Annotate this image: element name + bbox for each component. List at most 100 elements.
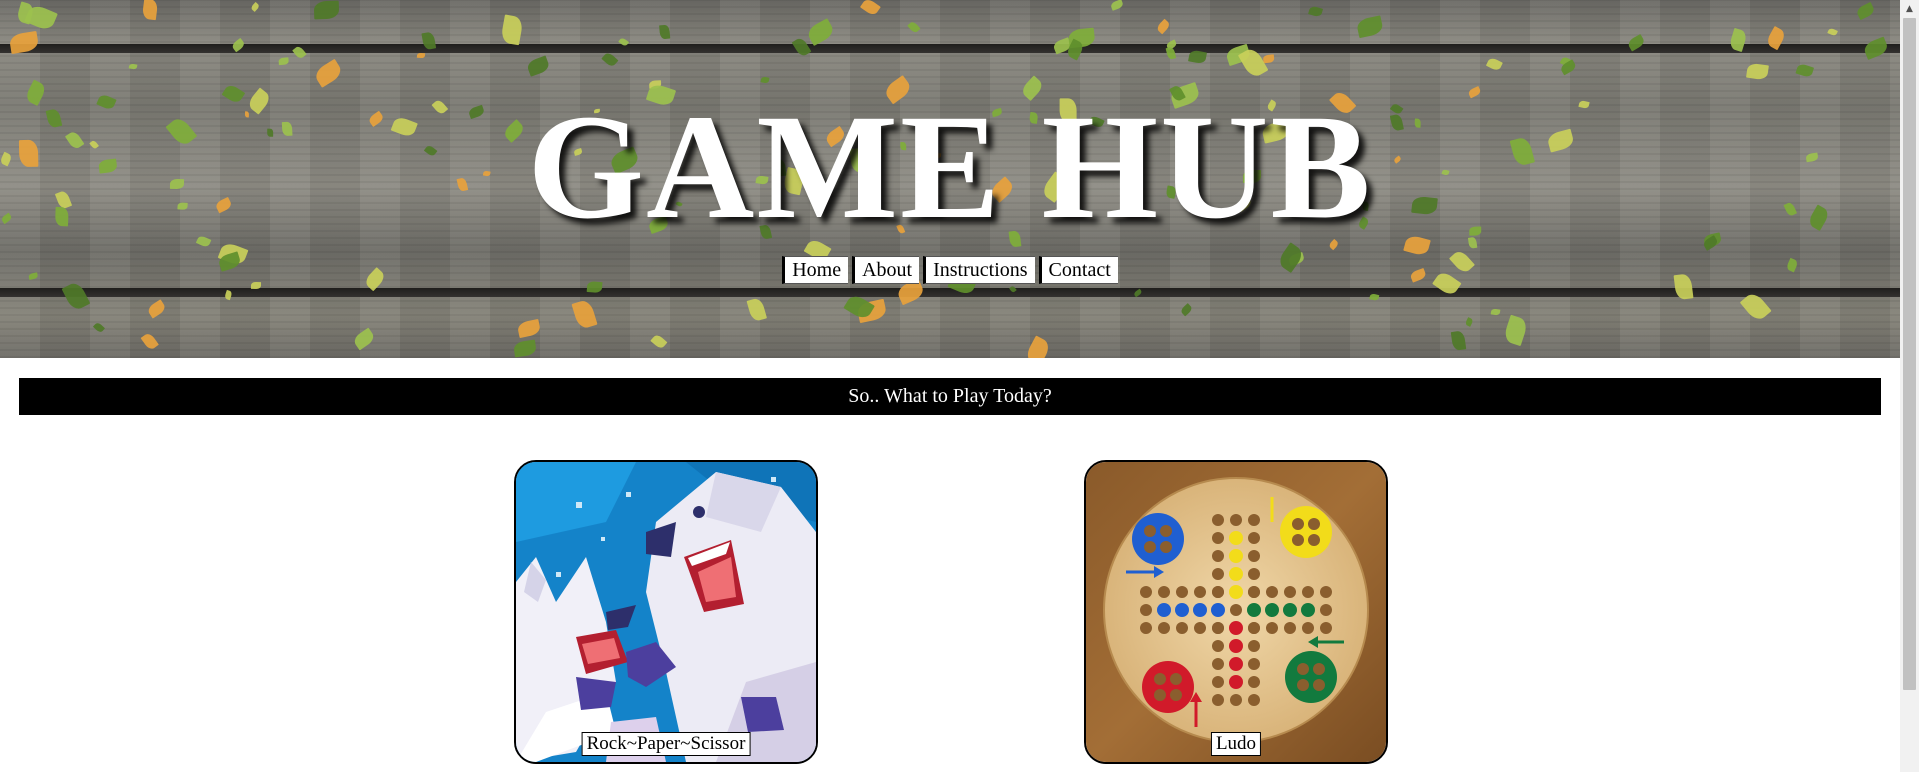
ludo-board-icon: [1086, 462, 1386, 762]
hero-header: GAME HUB Home About Instructions Contact: [0, 0, 1900, 358]
leaf-icon: [791, 36, 812, 59]
leaf-icon: [760, 76, 770, 84]
green-peg: [1301, 603, 1315, 617]
leaf-icon: [1485, 56, 1503, 72]
site-title: GAME HUB: [527, 84, 1373, 250]
board-hole: [1212, 622, 1224, 634]
board-hole: [1212, 658, 1224, 670]
leaf-icon: [140, 331, 159, 351]
base-hole: [1297, 679, 1309, 691]
board-hole: [1248, 640, 1260, 652]
blue-peg: [1211, 603, 1225, 617]
game-card-ludo[interactable]: Ludo: [1084, 460, 1388, 764]
plank-gap: [0, 288, 1900, 297]
polar-bear-wolf-illustration: [516, 462, 816, 762]
board-hole: [1140, 586, 1152, 598]
board-hole: [1212, 550, 1224, 562]
base-hole: [1297, 663, 1309, 675]
leaf-icon: [1023, 334, 1052, 358]
red-peg: [1229, 621, 1243, 635]
board-hole: [1320, 586, 1332, 598]
leaf-icon: [145, 299, 167, 319]
red-peg: [1229, 639, 1243, 653]
board-hole: [1266, 622, 1278, 634]
leaf-icon: [513, 339, 538, 358]
board-hole: [1212, 568, 1224, 580]
board-hole: [1212, 694, 1224, 706]
plank-gap: [0, 44, 1900, 53]
main-nav: Home About Instructions Contact: [0, 256, 1900, 284]
nav-contact-link[interactable]: Contact: [1038, 256, 1118, 284]
base-hole: [1292, 518, 1304, 530]
leaf-icon: [659, 25, 671, 40]
leaf-icon: [1355, 15, 1385, 39]
blue-peg: [1175, 603, 1189, 617]
yellow-peg: [1229, 567, 1243, 581]
board-hole: [1158, 586, 1170, 598]
leaf-icon: [516, 318, 542, 339]
board-hole: [1284, 586, 1296, 598]
board-hole: [1248, 568, 1260, 580]
nav-home-link[interactable]: Home: [782, 256, 849, 284]
leaf-icon: [1179, 303, 1193, 317]
board-hole: [1320, 622, 1332, 634]
leaf-icon: [1490, 308, 1501, 316]
leaf-icon: [128, 63, 137, 71]
base-hole: [1154, 689, 1166, 701]
leaf-icon: [499, 14, 524, 45]
blue-peg: [1157, 603, 1171, 617]
base-hole: [1292, 534, 1304, 546]
green-peg: [1247, 603, 1261, 617]
board-hole: [1230, 694, 1242, 706]
base-hole: [1144, 525, 1156, 537]
leaf-icon: [1308, 5, 1324, 19]
leaf-icon: [312, 58, 345, 89]
board-hole: [1248, 694, 1260, 706]
scroll-thumb[interactable]: [1903, 18, 1916, 690]
board-hole: [1158, 622, 1170, 634]
leaf-icon: [1746, 62, 1769, 80]
board-hole: [1194, 586, 1206, 598]
board-hole: [1140, 622, 1152, 634]
leaf-icon: [141, 0, 159, 20]
board-hole: [1284, 622, 1296, 634]
board-hole: [1248, 514, 1260, 526]
red-peg: [1229, 657, 1243, 671]
leaf-icon: [746, 296, 767, 322]
leaf-icon: [278, 57, 290, 65]
board-hole: [1302, 586, 1314, 598]
prompt-banner: So.. What to Play Today?: [19, 378, 1881, 415]
nav-instructions-link[interactable]: Instructions: [923, 256, 1035, 284]
red-peg: [1229, 675, 1243, 689]
leaf-icon: [526, 55, 551, 77]
leaf-icon: [1795, 63, 1814, 79]
leaf-icon: [1827, 27, 1839, 37]
base-hole: [1154, 673, 1166, 685]
game-card-rock-paper-scissor[interactable]: Rock~Paper~Scissor: [514, 460, 818, 764]
board-hole: [1248, 586, 1260, 598]
leaf-icon: [906, 19, 921, 34]
leaf-icon: [1155, 18, 1172, 34]
leaf-icon: [351, 327, 377, 351]
yellow-peg: [1229, 531, 1243, 545]
board-hole: [1320, 604, 1332, 616]
scroll-up-arrow-icon[interactable]: ▲: [1900, 0, 1919, 17]
leaf-icon: [1262, 54, 1275, 63]
board-hole: [1212, 676, 1224, 688]
board-hole: [1176, 586, 1188, 598]
board-hole: [1266, 586, 1278, 598]
base-hole: [1308, 534, 1320, 546]
board-hole: [1212, 586, 1224, 598]
leaf-icon: [601, 51, 619, 68]
leaf-icon: [416, 52, 425, 59]
board-hole: [1248, 622, 1260, 634]
game-card-label: Rock~Paper~Scissor: [581, 732, 751, 756]
base-hole: [1160, 525, 1172, 537]
leaf-icon: [571, 298, 598, 330]
base-hole: [1313, 679, 1325, 691]
leaf-icon: [1861, 35, 1890, 60]
page-scrollbar[interactable]: ▲: [1900, 0, 1919, 772]
nav-about-link[interactable]: About: [852, 256, 920, 284]
leaf-icon: [313, 0, 340, 20]
leaf-icon: [860, 0, 881, 17]
